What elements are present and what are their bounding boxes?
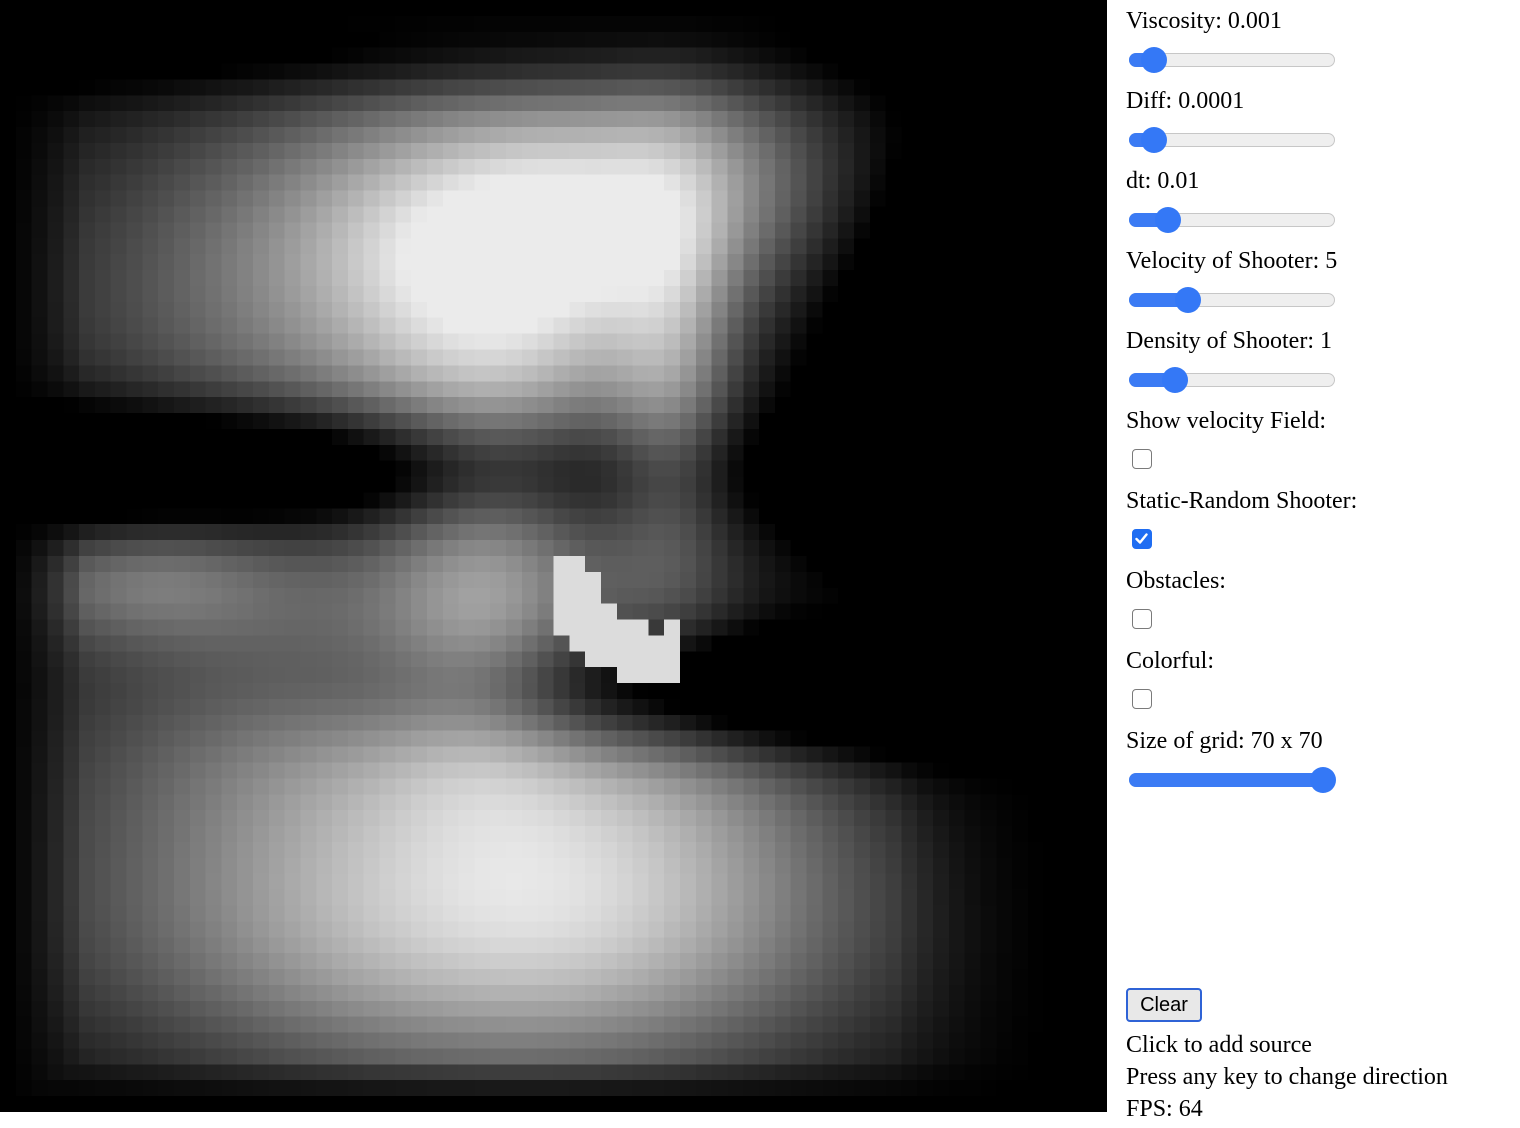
show-velocity-field-checkbox[interactable] — [1132, 449, 1152, 469]
show-velocity-field-label: Show velocity Field: — [1126, 408, 1326, 434]
static-random-shooter-label: Static-Random Shooter: — [1126, 488, 1358, 514]
colorful-checkbox[interactable] — [1132, 689, 1152, 709]
grid-size-slider[interactable] — [1129, 767, 1336, 793]
clear-button[interactable]: Clear — [1126, 988, 1202, 1022]
density-of-shooter-label: Density of Shooter: 1 — [1126, 328, 1332, 354]
viscosity-label: Viscosity: 0.001 — [1126, 8, 1282, 34]
checkmark-icon — [1135, 533, 1148, 544]
control-panel: Viscosity: 0.001 Diff: 0.0001 dt: 0.01 V… — [1126, 0, 1516, 1128]
hint-click-text: Click to add source — [1126, 1032, 1312, 1058]
dt-slider-thumb[interactable] — [1155, 207, 1182, 233]
grid-size-slider-thumb[interactable] — [1310, 767, 1336, 793]
density-of-shooter-slider[interactable] — [1129, 367, 1335, 393]
grid-size-label: Size of grid: 70 x 70 — [1126, 728, 1323, 754]
obstacles-checkbox[interactable] — [1132, 609, 1152, 629]
viscosity-slider[interactable] — [1129, 47, 1335, 73]
grid-size-slider-fill — [1129, 773, 1323, 787]
colorful-label: Colorful: — [1126, 648, 1214, 674]
diff-slider-thumb[interactable] — [1140, 127, 1167, 153]
diff-slider[interactable] — [1129, 127, 1335, 153]
static-random-shooter-checkbox[interactable] — [1132, 529, 1152, 549]
fps-readout: FPS: 64 — [1126, 1096, 1203, 1122]
velocity-of-shooter-label: Velocity of Shooter: 5 — [1126, 248, 1338, 274]
dt-slider[interactable] — [1129, 207, 1335, 233]
obstacles-label: Obstacles: — [1126, 568, 1226, 594]
velocity-of-shooter-slider-thumb[interactable] — [1175, 287, 1201, 313]
velocity-of-shooter-slider[interactable] — [1129, 287, 1335, 313]
density-of-shooter-slider-thumb[interactable] — [1162, 367, 1189, 393]
dt-label: dt: 0.01 — [1126, 168, 1200, 194]
fluid-simulation-canvas[interactable] — [0, 0, 1107, 1112]
hint-key-text: Press any key to change direction — [1126, 1064, 1448, 1090]
viscosity-slider-thumb[interactable] — [1140, 47, 1167, 73]
diff-label: Diff: 0.0001 — [1126, 88, 1245, 114]
